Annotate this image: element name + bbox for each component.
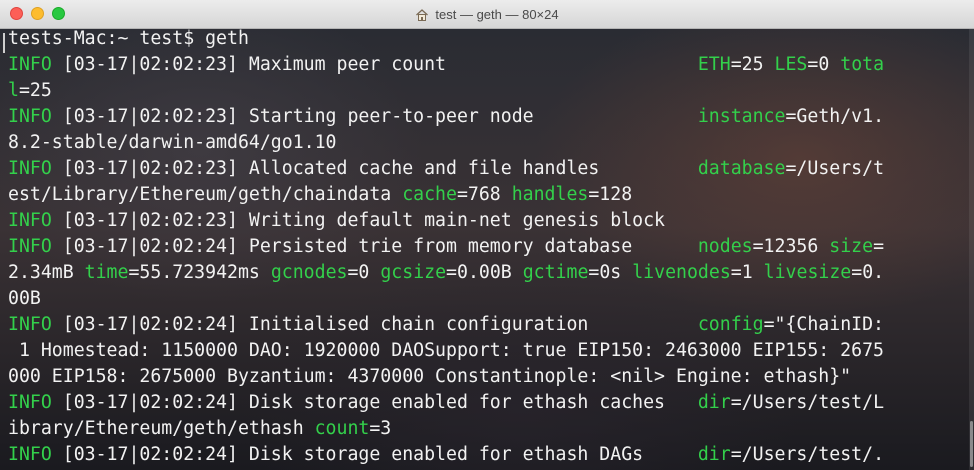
log-level: INFO — [8, 314, 52, 335]
log-text: =768 — [456, 184, 512, 205]
log-text: [03-17|02:02:24] Disk storage enabled fo… — [51, 444, 698, 465]
log-key: LES — [774, 54, 808, 75]
log-text: [03-17|02:02:23] Maximum peer count — [51, 54, 698, 75]
log-text: =128 — [588, 184, 633, 205]
log-line: INFO [03-17|02:02:23] Writing default ma… — [8, 208, 884, 234]
log-line: 00B — [8, 286, 884, 312]
log-text: = — [873, 236, 885, 257]
log-line: 2.34mB time=55.723942ms gcnodes=0 gcsize… — [8, 260, 884, 286]
log-key: database — [697, 158, 786, 179]
log-text: 1 Homestead: 1150000 DAO: 1920000 DAOSup… — [8, 340, 884, 361]
log-key: gcnodes — [270, 262, 348, 283]
terminal-output[interactable]: tests-Mac:~ test$ geth INFO [03-17|02:02… — [0, 29, 974, 470]
log-text: 2.34mB — [8, 262, 85, 283]
log-line: l=25 — [8, 78, 884, 104]
line-marker — [3, 33, 5, 53]
log-text: =0 — [347, 262, 381, 283]
log-text: =25 — [730, 54, 775, 75]
log-text: ="{ChainID: — [763, 314, 885, 335]
log-level: INFO — [8, 392, 52, 413]
log-key: dir — [697, 444, 731, 465]
title-bar[interactable]: test — geth — 80×24 — [0, 0, 974, 29]
log-key: dir — [697, 392, 731, 413]
log-level: INFO — [8, 210, 52, 231]
scrollbar[interactable] — [969, 29, 974, 470]
log-text: =25 — [18, 80, 52, 101]
log-line: INFO [03-17|02:02:23] Maximum peer count… — [8, 52, 884, 78]
log-text: [03-17|02:02:23] Writing default main-ne… — [51, 210, 666, 231]
log-text: [03-17|02:02:23] Allocated cache and fil… — [51, 158, 698, 179]
log-key: gcsize — [380, 262, 447, 283]
log-line: 1 Homestead: 1150000 DAO: 1920000 DAOSup… — [8, 338, 884, 364]
log-key: l — [8, 80, 19, 101]
log-key: cache — [402, 184, 457, 205]
log-text: =0s — [588, 262, 633, 283]
log-level: INFO — [8, 106, 52, 127]
log-line: 000 EIP158: 2675000 Byzantium: 4370000 C… — [8, 364, 884, 390]
log-line: 8.2-stable/darwin-amd64/go1.10 — [8, 130, 884, 156]
log-text: =0. — [851, 262, 885, 283]
log-key: ETH — [697, 54, 731, 75]
log-key: livenodes — [632, 262, 731, 283]
scrollbar-thumb[interactable] — [970, 421, 973, 467]
terminal-lines: tests-Mac:~ test$ geth INFO [03-17|02:02… — [8, 29, 884, 468]
log-key: nodes — [697, 236, 753, 257]
command-prompt: tests-Mac:~ test$ geth — [8, 29, 249, 49]
log-level: INFO — [8, 444, 52, 465]
log-line: est/Library/Ethereum/geth/chaindata cach… — [8, 182, 884, 208]
log-text: =/Users/test/L — [730, 392, 885, 413]
log-text: =0.00B — [446, 262, 523, 283]
log-key: time — [84, 262, 129, 283]
terminal-window: test — geth — 80×24 tests-Mac:~ test$ ge… — [0, 0, 974, 470]
log-text: [03-17|02:02:24] Initialised chain confi… — [51, 314, 698, 335]
log-line: INFO [03-17|02:02:23] Starting peer-to-p… — [8, 104, 884, 130]
log-key: instance — [697, 106, 786, 127]
log-key: config — [697, 314, 764, 335]
log-key: livesize — [763, 262, 852, 283]
window-title: test — geth — 80×24 — [435, 7, 559, 22]
log-text: [03-17|02:02:24] Disk storage enabled fo… — [51, 392, 698, 413]
log-text: 000 EIP158: 2675000 Byzantium: 4370000 C… — [8, 366, 852, 387]
log-text: [03-17|02:02:24] Persisted trie from mem… — [51, 236, 698, 257]
log-text: =55.723942ms — [128, 262, 271, 283]
log-text: 8.2-stable/darwin-amd64/go1.10 — [8, 132, 337, 153]
log-line: INFO [03-17|02:02:24] Persisted trie fro… — [8, 234, 884, 260]
log-line: INFO [03-17|02:02:23] Allocated cache an… — [8, 156, 884, 182]
log-text: =/Users/test/. — [730, 444, 885, 465]
log-text: 00B — [8, 288, 41, 309]
log-text: =12356 — [752, 236, 830, 257]
log-line: INFO [03-17|02:02:24] Disk storage enabl… — [8, 442, 884, 468]
log-key: size — [829, 236, 874, 257]
log-text: =Geth/v1. — [785, 106, 885, 127]
log-text: =/Users/t — [785, 158, 885, 179]
log-lines: INFO [03-17|02:02:23] Maximum peer count… — [8, 52, 884, 468]
log-text: =1 — [730, 262, 764, 283]
log-line: ibrary/Ethereum/geth/ethash count=3 — [8, 416, 884, 442]
log-text: =3 — [369, 418, 392, 439]
log-level: INFO — [8, 54, 52, 75]
log-text: ibrary/Ethereum/geth/ethash — [8, 418, 315, 439]
log-key: count — [314, 418, 370, 439]
log-key: tota — [840, 54, 885, 75]
log-key: gctime — [522, 262, 589, 283]
title-group: test — geth — 80×24 — [0, 0, 974, 29]
log-text: [03-17|02:02:23] Starting peer-to-peer n… — [51, 106, 698, 127]
home-icon — [416, 8, 429, 21]
log-line: INFO [03-17|02:02:24] Disk storage enabl… — [8, 390, 884, 416]
log-level: INFO — [8, 158, 52, 179]
log-key: handles — [511, 184, 589, 205]
log-text: =0 — [807, 54, 841, 75]
log-line: INFO [03-17|02:02:24] Initialised chain … — [8, 312, 884, 338]
log-text: est/Library/Ethereum/geth/chaindata — [8, 184, 403, 205]
log-level: INFO — [8, 236, 52, 257]
